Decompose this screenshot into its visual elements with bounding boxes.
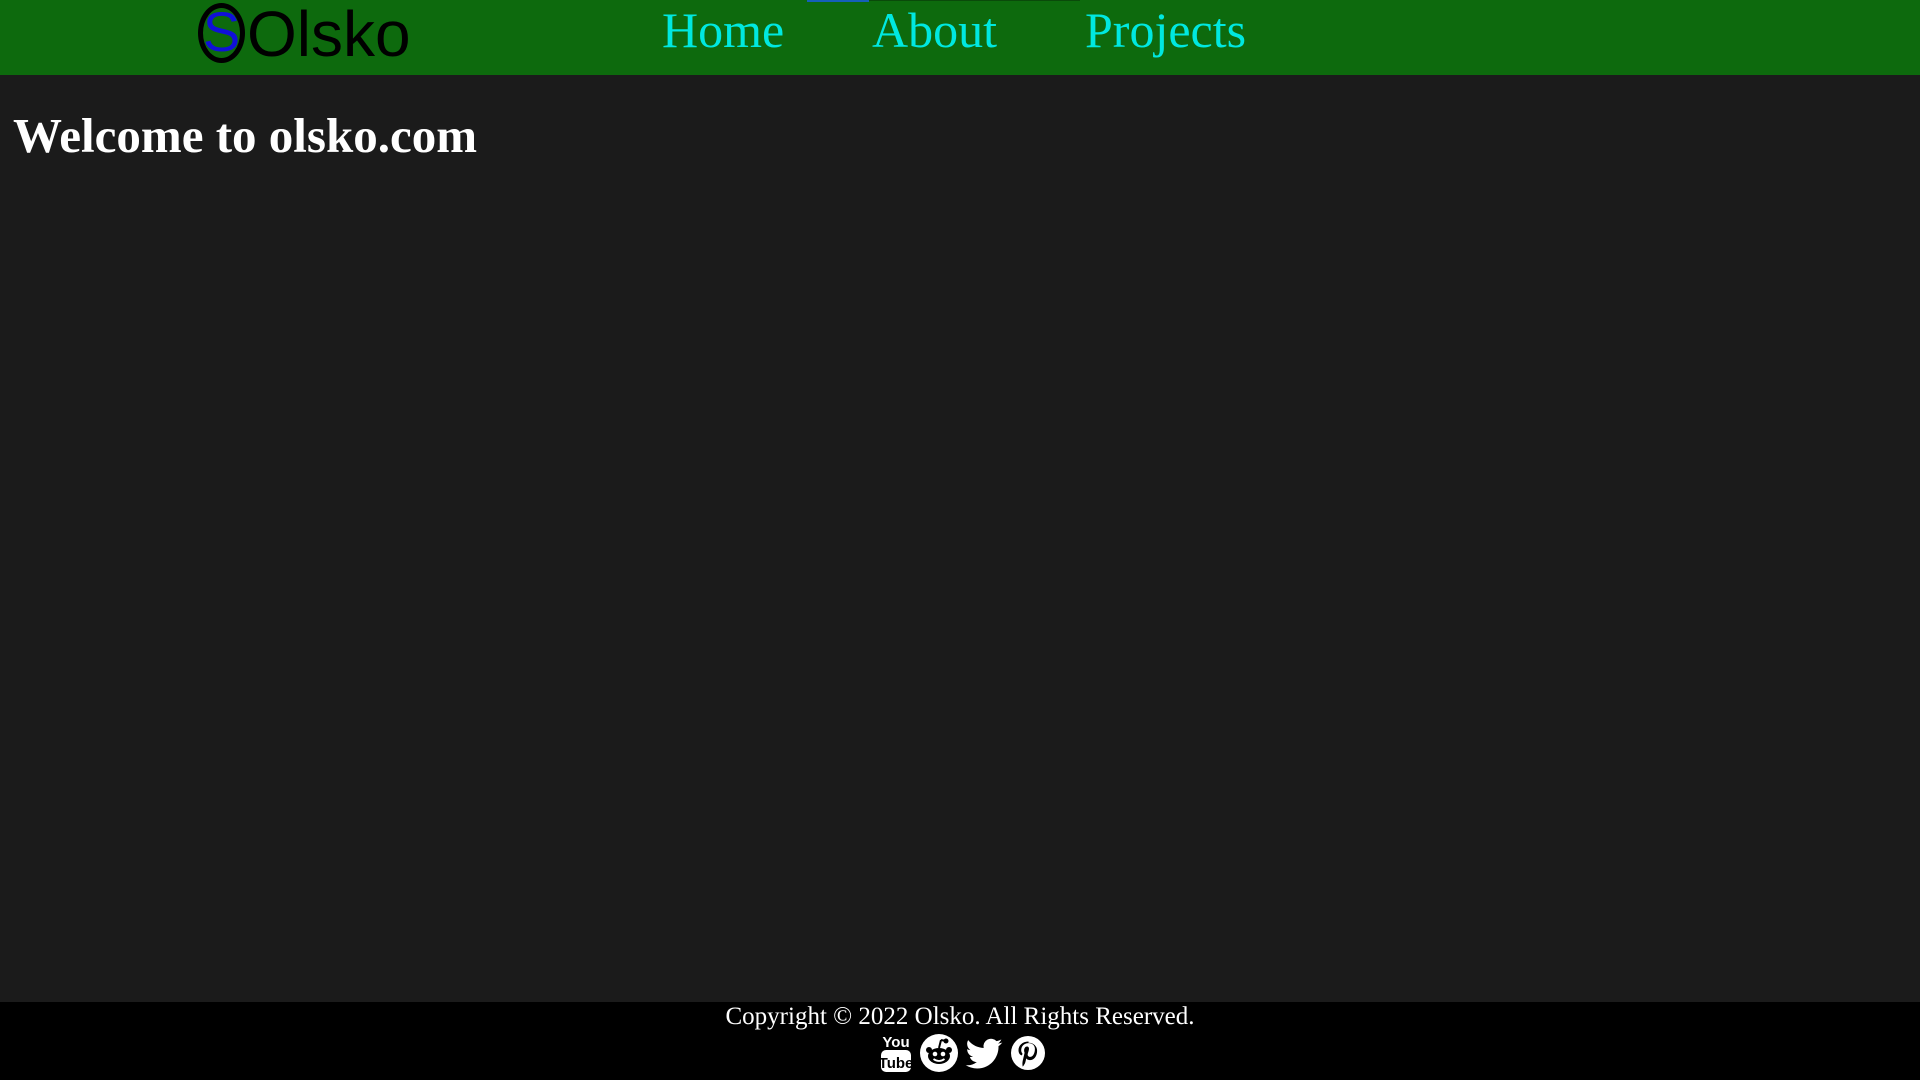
nav-projects-link[interactable]: Projects — [1085, 0, 1246, 60]
social-links: You Tube — [876, 1032, 1046, 1074]
youtube-icon[interactable]: You Tube — [876, 1032, 916, 1074]
copyright-text: Copyright © 2022 Olsko. All Rights Reser… — [725, 1003, 1195, 1030]
logo-mark-letter: S — [202, 3, 241, 63]
twitter-icon[interactable] — [964, 1032, 1004, 1074]
page: S Olsko Home About Projects Welcome to o… — [0, 0, 1920, 1080]
pinterest-icon[interactable] — [1008, 1032, 1048, 1074]
olsko-logo-icon: S — [198, 3, 245, 63]
nav-home-link[interactable]: Home — [662, 0, 784, 60]
site-logo[interactable]: S Olsko — [198, 0, 411, 70]
page-title: Welcome to olsko.com — [13, 108, 478, 163]
reddit-icon[interactable] — [918, 1032, 958, 1074]
svg-text:Tube: Tube — [879, 1055, 914, 1072]
active-nav-indicator — [807, 0, 869, 2]
svg-text:You: You — [882, 1034, 909, 1051]
site-header: S Olsko Home About Projects — [0, 0, 1920, 75]
logo-text: Olsko — [247, 0, 411, 70]
nav-about-link[interactable]: About — [872, 0, 997, 60]
